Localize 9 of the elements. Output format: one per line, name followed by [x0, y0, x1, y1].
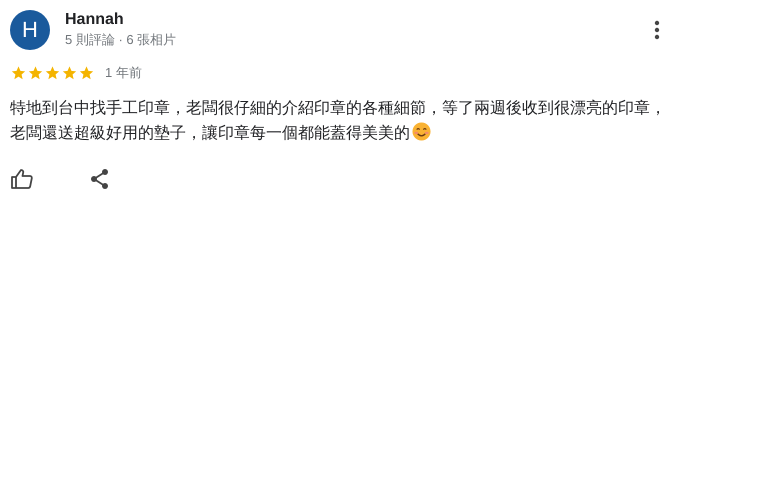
smiley-icon — [412, 122, 431, 141]
review-text: 特地到台中找手工印章，老闆很仔細的介紹印章的各種細節，等了兩週後收到很漂亮的印章，老闆還送超級好用的墊子，讓印章每一個都能蓋得美美的 — [10, 98, 667, 144]
thumbs-up-icon[interactable] — [10, 168, 34, 190]
author-name[interactable]: Hannah — [65, 11, 654, 29]
review-time: 1 年前 — [105, 64, 142, 82]
author-meta: 5 則評論 · 6 張相片 — [65, 31, 178, 49]
share-icon[interactable] — [90, 168, 110, 190]
more-options-icon[interactable] — [654, 20, 660, 40]
avatar[interactable]: H — [10, 10, 50, 50]
